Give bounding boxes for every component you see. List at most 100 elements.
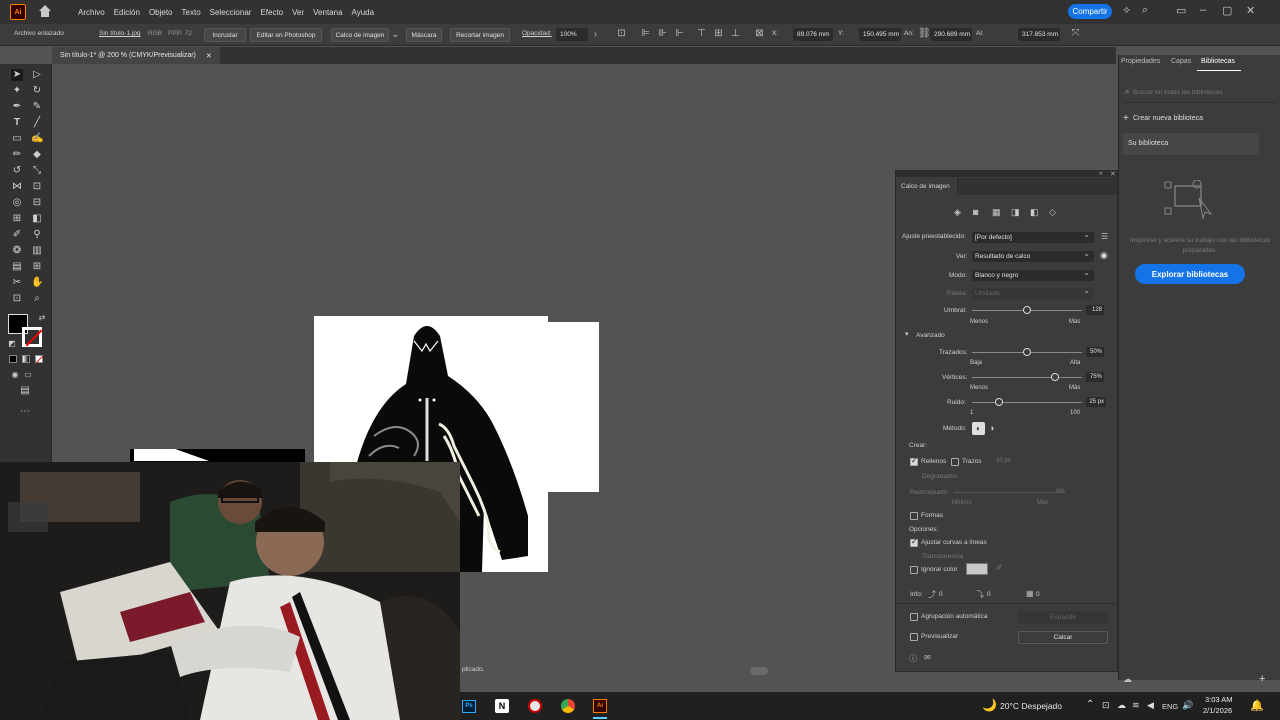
width-tool-icon[interactable]: ⋈: [11, 181, 23, 193]
color-mode-icon[interactable]: [9, 355, 17, 363]
threshold-slider-thumb[interactable]: [1023, 306, 1031, 314]
overlapping-method-icon[interactable]: ◑: [989, 423, 994, 433]
ignore-color-swatch[interactable]: [966, 563, 988, 575]
notifications-icon[interactable]: 🔔: [1250, 699, 1264, 712]
line-tool-icon[interactable]: ╱: [31, 117, 43, 129]
close-icon[interactable]: ✕: [1246, 4, 1255, 17]
rectangle-tool-icon[interactable]: ▭: [11, 133, 23, 145]
feedback-icon[interactable]: ✉: [924, 653, 931, 662]
chrome-app-icon[interactable]: [561, 699, 575, 713]
corners-slider-thumb[interactable]: [1050, 373, 1059, 381]
align-top-icon[interactable]: ⊤: [696, 28, 707, 39]
noise-slider[interactable]: [972, 402, 1082, 403]
weather-text[interactable]: 20°C Despejado: [1000, 701, 1062, 711]
x-input[interactable]: 89.076 mm: [793, 28, 833, 41]
tab-properties[interactable]: Propiedades: [1121, 58, 1160, 65]
free-transform-tool-icon[interactable]: ⊡: [31, 181, 43, 193]
crop-image-button[interactable]: Recortar imagen: [450, 28, 510, 42]
eyedropper-tool-icon[interactable]: ✐: [11, 229, 23, 241]
strokes-checkbox[interactable]: [951, 458, 959, 466]
grayscale-icon[interactable]: ◨: [1011, 207, 1020, 218]
fills-checkbox[interactable]: [910, 456, 918, 466]
align-middle-icon[interactable]: ⊞: [713, 28, 724, 39]
opacity-input[interactable]: 100%: [556, 28, 588, 41]
embed-button[interactable]: Incrustar: [204, 28, 246, 42]
magic-wand-tool-icon[interactable]: ✦: [11, 85, 23, 97]
paths-input[interactable]: 50%: [1086, 347, 1104, 357]
search-icon[interactable]: ⌕: [1142, 4, 1148, 17]
noise-slider-thumb[interactable]: [994, 398, 1003, 406]
transform-options-icon[interactable]: ⤧: [1070, 28, 1081, 39]
auto-color-icon[interactable]: ◈: [954, 207, 961, 218]
column-graph-tool-icon[interactable]: ▤: [11, 261, 23, 273]
paintbrush-tool-icon[interactable]: ✍: [31, 133, 43, 145]
corners-input[interactable]: 75%: [1086, 372, 1104, 382]
preset-select[interactable]: [Por defecto]: [972, 229, 1094, 243]
shaper-tool-icon[interactable]: ✏: [11, 149, 23, 161]
language-indicator[interactable]: ENG: [1162, 702, 1178, 711]
close-tab-icon[interactable]: ✕: [206, 52, 212, 60]
artboard-tool-icon[interactable]: ⊞: [31, 261, 43, 273]
illustrator-app-icon[interactable]: Ai: [593, 699, 607, 713]
transform-icon[interactable]: ⊡: [616, 28, 627, 39]
menu-texto[interactable]: Texto: [182, 8, 201, 17]
lasso-tool-icon[interactable]: ↻: [31, 85, 43, 97]
collapse-panel-icon[interactable]: «: [1099, 170, 1103, 177]
create-library-link[interactable]: Crear nueva biblioteca: [1133, 115, 1203, 122]
edit-toolbar-icon[interactable]: ⋯: [19, 406, 31, 418]
align-center-icon[interactable]: ⊪: [657, 28, 668, 39]
link-icon[interactable]: ⛓: [918, 28, 931, 39]
your-library-item[interactable]: Su biblioteca: [1123, 133, 1259, 155]
chevron-down-icon[interactable]: ⌄: [390, 29, 401, 40]
edit-photoshop-button[interactable]: Editar en Photoshop: [250, 28, 322, 42]
tray-cloud-icon[interactable]: ☁: [1117, 700, 1126, 711]
gradient-mode-icon[interactable]: [22, 355, 30, 363]
document-tab[interactable]: Sin título-1* @ 200 % (CMYK/Previsualiza…: [52, 47, 220, 64]
type-tool-icon[interactable]: T: [11, 117, 23, 129]
maximize-icon[interactable]: ▢: [1222, 4, 1232, 17]
menu-ventana[interactable]: Ventana: [313, 8, 342, 17]
tab-layers[interactable]: Capas: [1171, 58, 1191, 65]
eye-icon[interactable]: ◉: [1100, 250, 1108, 261]
advanced-label[interactable]: Avanzado: [916, 332, 945, 339]
perspective-grid-tool-icon[interactable]: ⊟: [31, 197, 43, 209]
menu-seleccionar[interactable]: Seleccionar: [210, 8, 252, 17]
chevron-up-icon[interactable]: ⌃: [1086, 699, 1094, 710]
menu-edicion[interactable]: Edición: [114, 8, 140, 17]
preset-menu-icon[interactable]: ☰: [1101, 232, 1108, 241]
ignore-color-checkbox[interactable]: [910, 566, 918, 574]
mask-button[interactable]: Máscara: [406, 28, 442, 42]
height-input[interactable]: 317.853 mm: [1018, 28, 1060, 41]
opacity-label[interactable]: Opacidad:: [522, 30, 552, 37]
shapes-checkbox[interactable]: [910, 512, 918, 520]
symbol-sprayer-tool-icon[interactable]: ❂: [11, 245, 23, 257]
align-bottom-icon[interactable]: ⊥: [730, 28, 741, 39]
menu-objeto[interactable]: Objeto: [149, 8, 173, 17]
hand-tool-icon[interactable]: ✋: [31, 277, 43, 289]
advanced-toggle-icon[interactable]: ▾: [905, 330, 909, 338]
chevron-right-icon[interactable]: ›: [590, 29, 601, 40]
gradient-tool-icon[interactable]: ◧: [31, 213, 43, 225]
stroke-swatch[interactable]: [22, 327, 43, 347]
black-white-icon[interactable]: ◧: [1030, 207, 1039, 218]
blend-tool-icon[interactable]: ⚲: [31, 229, 43, 241]
screen-mode-icon[interactable]: ▭: [22, 369, 34, 381]
align-left-icon[interactable]: ⊫: [640, 28, 651, 39]
slice-tool-icon[interactable]: ✂: [11, 277, 23, 289]
volume-tray-icon[interactable]: 🔊: [1182, 700, 1193, 711]
photoshop-app-icon[interactable]: Ps: [462, 700, 476, 713]
cloud-icon[interactable]: ☁: [1123, 674, 1132, 685]
preview-checkbox[interactable]: [910, 633, 918, 641]
clock-time[interactable]: 3:03 AM: [1205, 695, 1233, 704]
add-icon[interactable]: +: [1259, 673, 1265, 685]
discover-icon[interactable]: ✧: [1122, 4, 1131, 17]
zoom-tool-icon[interactable]: ⌕: [31, 293, 43, 305]
plus-icon[interactable]: +: [1123, 113, 1129, 124]
close-panel-icon[interactable]: ✕: [1110, 170, 1116, 178]
pen-tool-icon[interactable]: ✒: [11, 101, 23, 113]
grid-icon[interactable]: ⊠: [754, 28, 765, 39]
eyedropper-icon[interactable]: ✐: [996, 563, 1003, 572]
align-right-icon[interactable]: ⊩: [674, 28, 685, 39]
menu-ver[interactable]: Ver: [292, 8, 304, 17]
threshold-input[interactable]: 128: [1086, 305, 1104, 315]
